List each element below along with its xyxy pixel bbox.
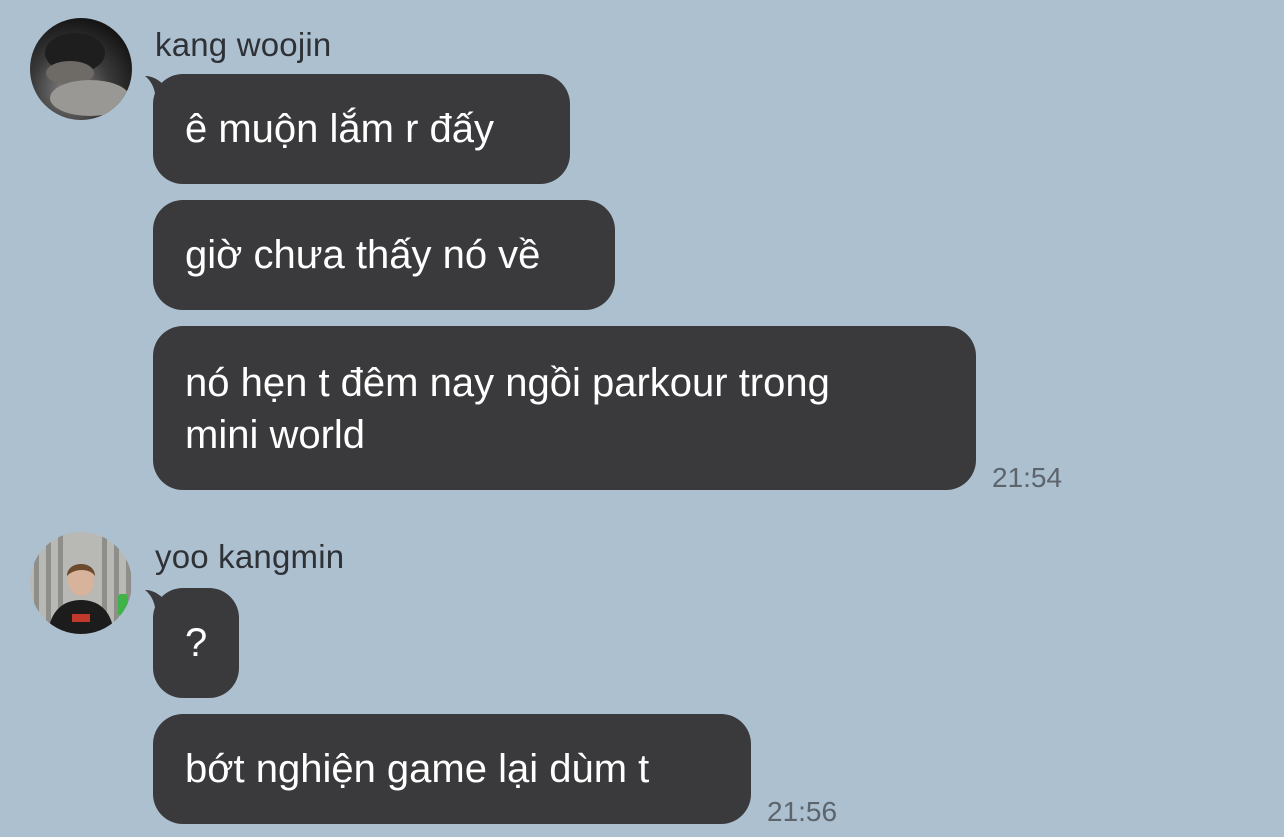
message-bubble[interactable]: giờ chưa thấy nó về bbox=[153, 200, 615, 310]
message-bubble[interactable]: nó hẹn t đêm nay ngồi parkour trong mini… bbox=[153, 326, 976, 490]
chat-area[interactable]: kang woojin ê muộn lắm r đấy giờ chưa th… bbox=[0, 0, 1284, 837]
sender-avatar[interactable] bbox=[30, 532, 132, 634]
avatar-dark-sleeping-photo-icon bbox=[30, 18, 132, 120]
message-text-line: nó hẹn t đêm nay ngồi parkour trong bbox=[185, 361, 830, 405]
message-timestamp: 21:56 bbox=[767, 796, 838, 827]
message-text-line: mini world bbox=[185, 413, 366, 457]
sender-name: yoo kangmin bbox=[155, 538, 345, 575]
message-text: ? bbox=[185, 621, 208, 665]
sender-name: kang woojin bbox=[155, 26, 332, 63]
message-text: ê muộn lắm r đấy bbox=[185, 107, 495, 151]
message-bubble[interactable]: ê muộn lắm r đấy bbox=[153, 74, 570, 184]
avatar-person-photo-icon bbox=[30, 532, 132, 634]
message-text: bớt nghiện game lại dùm t bbox=[185, 747, 650, 791]
message-bubble[interactable]: ? bbox=[153, 588, 239, 698]
message-timestamp: 21:54 bbox=[992, 462, 1063, 493]
message-bubble[interactable]: bớt nghiện game lại dùm t bbox=[153, 714, 751, 824]
sender-avatar[interactable] bbox=[30, 18, 132, 120]
message-text: giờ chưa thấy nó về bbox=[185, 233, 541, 277]
